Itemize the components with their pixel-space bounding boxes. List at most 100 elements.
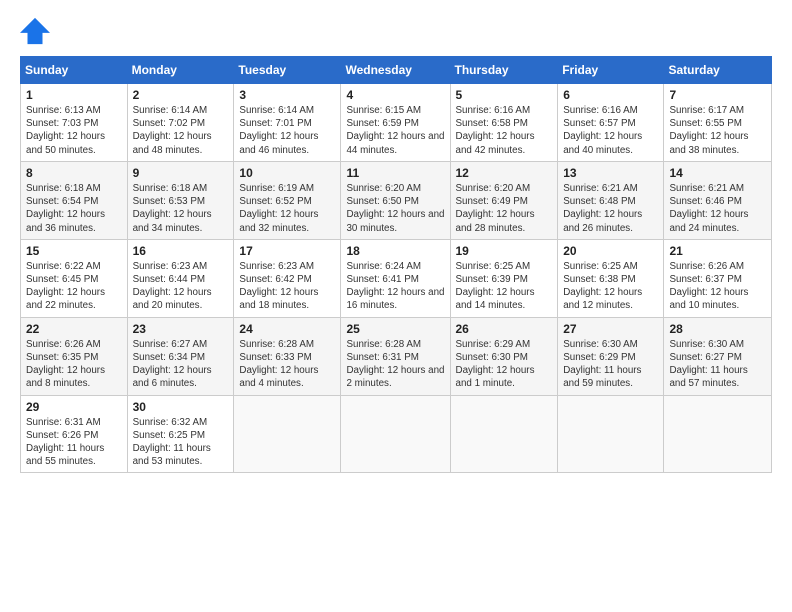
day-info: Sunrise: 6:32 AMSunset: 6:25 PMDaylight:… — [133, 416, 229, 469]
day-info: Sunrise: 6:21 AMSunset: 6:48 PMDaylight:… — [563, 182, 658, 235]
weekday-header-monday: Monday — [127, 57, 234, 84]
day-info: Sunrise: 6:28 AMSunset: 6:33 PMDaylight:… — [239, 338, 335, 391]
calendar-week-row: 8 Sunrise: 6:18 AMSunset: 6:54 PMDaylight… — [21, 161, 772, 239]
day-info: Sunrise: 6:20 AMSunset: 6:50 PMDaylight:… — [346, 182, 444, 235]
day-number: 28 — [669, 322, 766, 336]
calendar-cell: 3 Sunrise: 6:14 AMSunset: 7:01 PMDaylight… — [234, 84, 341, 162]
day-info: Sunrise: 6:25 AMSunset: 6:38 PMDaylight:… — [563, 260, 658, 313]
day-info: Sunrise: 6:23 AMSunset: 6:42 PMDaylight:… — [239, 260, 335, 313]
calendar-cell — [450, 395, 558, 473]
calendar-cell: 6 Sunrise: 6:16 AMSunset: 6:57 PMDaylight… — [558, 84, 664, 162]
day-number: 11 — [346, 166, 444, 180]
calendar-cell: 28 Sunrise: 6:30 AMSunset: 6:27 PMDayligh… — [664, 317, 772, 395]
calendar-table: SundayMondayTuesdayWednesdayThursdayFrid… — [20, 56, 772, 473]
calendar-cell: 26 Sunrise: 6:29 AMSunset: 6:30 PMDayligh… — [450, 317, 558, 395]
day-number: 26 — [456, 322, 553, 336]
day-number: 14 — [669, 166, 766, 180]
day-info: Sunrise: 6:25 AMSunset: 6:39 PMDaylight:… — [456, 260, 553, 313]
weekday-header-saturday: Saturday — [664, 57, 772, 84]
calendar-cell: 14 Sunrise: 6:21 AMSunset: 6:46 PMDayligh… — [664, 161, 772, 239]
day-number: 3 — [239, 88, 335, 102]
calendar-cell: 15 Sunrise: 6:22 AMSunset: 6:45 PMDayligh… — [21, 239, 128, 317]
day-number: 5 — [456, 88, 553, 102]
day-number: 23 — [133, 322, 229, 336]
weekday-header-tuesday: Tuesday — [234, 57, 341, 84]
calendar-cell: 1 Sunrise: 6:13 AMSunset: 7:03 PMDaylight… — [21, 84, 128, 162]
day-info: Sunrise: 6:14 AMSunset: 7:01 PMDaylight:… — [239, 104, 335, 157]
day-number: 19 — [456, 244, 553, 258]
calendar-week-row: 15 Sunrise: 6:22 AMSunset: 6:45 PMDayligh… — [21, 239, 772, 317]
weekday-header-wednesday: Wednesday — [341, 57, 450, 84]
calendar-cell: 29Sunrise: 6:31 AMSunset: 6:26 PMDayligh… — [21, 395, 128, 473]
day-number: 4 — [346, 88, 444, 102]
calendar-week-row: 1 Sunrise: 6:13 AMSunset: 7:03 PMDaylight… — [21, 84, 772, 162]
day-number: 13 — [563, 166, 658, 180]
day-info: Sunrise: 6:24 AMSunset: 6:41 PMDaylight:… — [346, 260, 444, 313]
calendar-cell: 25 Sunrise: 6:28 AMSunset: 6:31 PMDayligh… — [341, 317, 450, 395]
day-number: 17 — [239, 244, 335, 258]
calendar-week-row: 29Sunrise: 6:31 AMSunset: 6:26 PMDayligh… — [21, 395, 772, 473]
day-number: 6 — [563, 88, 658, 102]
calendar-cell: 13 Sunrise: 6:21 AMSunset: 6:48 PMDayligh… — [558, 161, 664, 239]
day-number: 10 — [239, 166, 335, 180]
day-number: 7 — [669, 88, 766, 102]
calendar-cell: 22 Sunrise: 6:26 AMSunset: 6:35 PMDayligh… — [21, 317, 128, 395]
day-number: 20 — [563, 244, 658, 258]
calendar-cell — [664, 395, 772, 473]
day-info: Sunrise: 6:26 AMSunset: 6:35 PMDaylight:… — [26, 338, 122, 391]
calendar-cell: 24Sunrise: 6:28 AMSunset: 6:33 PMDayligh… — [234, 317, 341, 395]
calendar-cell: 19 Sunrise: 6:25 AMSunset: 6:39 PMDayligh… — [450, 239, 558, 317]
calendar-cell — [341, 395, 450, 473]
day-info: Sunrise: 6:13 AMSunset: 7:03 PMDaylight:… — [26, 104, 122, 157]
day-info: Sunrise: 6:15 AMSunset: 6:59 PMDaylight:… — [346, 104, 444, 157]
day-number: 18 — [346, 244, 444, 258]
calendar-cell: 12Sunrise: 6:20 AMSunset: 6:49 PMDayligh… — [450, 161, 558, 239]
calendar-cell: 11 Sunrise: 6:20 AMSunset: 6:50 PMDayligh… — [341, 161, 450, 239]
day-info: Sunrise: 6:26 AMSunset: 6:37 PMDaylight:… — [669, 260, 766, 313]
day-info: Sunrise: 6:16 AMSunset: 6:58 PMDaylight:… — [456, 104, 553, 157]
day-number: 21 — [669, 244, 766, 258]
day-info: Sunrise: 6:28 AMSunset: 6:31 PMDaylight:… — [346, 338, 444, 391]
day-info: Sunrise: 6:20 AMSunset: 6:49 PMDaylight:… — [456, 182, 553, 235]
calendar-cell: 18 Sunrise: 6:24 AMSunset: 6:41 PMDayligh… — [341, 239, 450, 317]
day-info: Sunrise: 6:27 AMSunset: 6:34 PMDaylight:… — [133, 338, 229, 391]
calendar-cell: 9Sunrise: 6:18 AMSunset: 6:53 PMDaylight… — [127, 161, 234, 239]
calendar-cell — [234, 395, 341, 473]
day-info: Sunrise: 6:30 AMSunset: 6:29 PMDaylight:… — [563, 338, 658, 391]
day-number: 15 — [26, 244, 122, 258]
day-info: Sunrise: 6:19 AMSunset: 6:52 PMDaylight:… — [239, 182, 335, 235]
day-info: Sunrise: 6:21 AMSunset: 6:46 PMDaylight:… — [669, 182, 766, 235]
generalblue-icon — [20, 16, 50, 46]
header — [20, 16, 772, 46]
day-number: 1 — [26, 88, 122, 102]
day-number: 22 — [26, 322, 122, 336]
calendar-cell: 20 Sunrise: 6:25 AMSunset: 6:38 PMDayligh… — [558, 239, 664, 317]
day-number: 27 — [563, 322, 658, 336]
calendar-cell: 4 Sunrise: 6:15 AMSunset: 6:59 PMDaylight… — [341, 84, 450, 162]
calendar-cell: 30Sunrise: 6:32 AMSunset: 6:25 PMDayligh… — [127, 395, 234, 473]
day-info: Sunrise: 6:29 AMSunset: 6:30 PMDaylight:… — [456, 338, 553, 391]
logo — [20, 16, 54, 46]
weekday-header-row: SundayMondayTuesdayWednesdayThursdayFrid… — [21, 57, 772, 84]
calendar-cell: 23 Sunrise: 6:27 AMSunset: 6:34 PMDayligh… — [127, 317, 234, 395]
day-number: 16 — [133, 244, 229, 258]
day-info: Sunrise: 6:23 AMSunset: 6:44 PMDaylight:… — [133, 260, 229, 313]
calendar-cell: 21 Sunrise: 6:26 AMSunset: 6:37 PMDayligh… — [664, 239, 772, 317]
day-info: Sunrise: 6:30 AMSunset: 6:27 PMDaylight:… — [669, 338, 766, 391]
calendar-cell: 10 Sunrise: 6:19 AMSunset: 6:52 PMDayligh… — [234, 161, 341, 239]
day-info: Sunrise: 6:18 AMSunset: 6:53 PMDaylight:… — [133, 182, 229, 235]
day-info: Sunrise: 6:18 AMSunset: 6:54 PMDaylight:… — [26, 182, 122, 235]
day-info: Sunrise: 6:17 AMSunset: 6:55 PMDaylight:… — [669, 104, 766, 157]
day-number: 25 — [346, 322, 444, 336]
day-info: Sunrise: 6:22 AMSunset: 6:45 PMDaylight:… — [26, 260, 122, 313]
calendar-cell: 16 Sunrise: 6:23 AMSunset: 6:44 PMDayligh… — [127, 239, 234, 317]
weekday-header-sunday: Sunday — [21, 57, 128, 84]
calendar-cell: 17 Sunrise: 6:23 AMSunset: 6:42 PMDayligh… — [234, 239, 341, 317]
weekday-header-friday: Friday — [558, 57, 664, 84]
day-info: Sunrise: 6:16 AMSunset: 6:57 PMDaylight:… — [563, 104, 658, 157]
day-info: Sunrise: 6:31 AMSunset: 6:26 PMDaylight:… — [26, 416, 122, 469]
day-number: 8 — [26, 166, 122, 180]
weekday-header-thursday: Thursday — [450, 57, 558, 84]
calendar-cell: 7 Sunrise: 6:17 AMSunset: 6:55 PMDaylight… — [664, 84, 772, 162]
calendar-cell: 2Sunrise: 6:14 AMSunset: 7:02 PMDaylight… — [127, 84, 234, 162]
